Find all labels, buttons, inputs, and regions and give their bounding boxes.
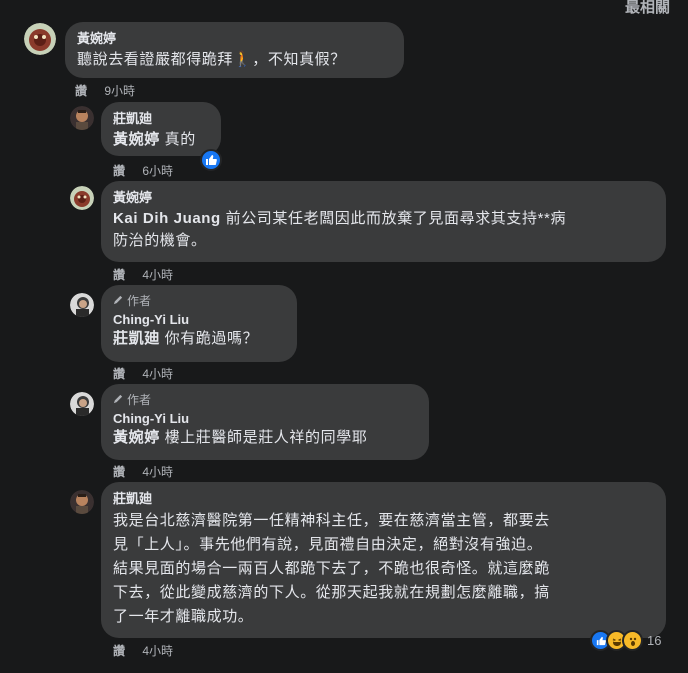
comment-body: 樓上莊醫師是莊人祥的同學耶 <box>164 429 368 446</box>
comment-author[interactable]: Ching-Yi Liu <box>113 311 285 328</box>
comment-text: 莊凱廸 你有跪過嗎？ <box>113 328 285 350</box>
avatar[interactable] <box>70 186 94 210</box>
timestamp[interactable]: 4小時 <box>142 463 173 480</box>
reaction-summary[interactable]: 16 <box>590 630 661 651</box>
comment-author[interactable]: 黃婉婷 <box>77 30 392 47</box>
reaction-count: 16 <box>647 633 662 648</box>
author-badge: 作者 <box>113 293 285 309</box>
comment-line: 我是台北慈濟醫院第一任精神科主任，要在慈濟當主管，都要去 <box>113 512 550 529</box>
comment-text: 聽說去看證嚴都得跪拜🚶，不知真假？ <box>77 51 346 68</box>
author-badge: 作者 <box>113 392 417 408</box>
comment-text: 黃婉婷 真的 <box>113 129 209 151</box>
comment-bubble: 黃婉婷 Kai Dih Juang 前公司某任老闆因此而放棄了見面尋求其支持**… <box>101 181 666 262</box>
comment-line: 下去，從此變成慈濟的下人。從那天起我就在規劃怎麼離職，搞 <box>113 584 550 601</box>
timestamp[interactable]: 6小時 <box>142 162 173 179</box>
mention-link[interactable]: Kai Dih Juang <box>113 210 221 227</box>
comment-meta: 讚 4小時 <box>113 463 173 480</box>
avatar[interactable] <box>70 293 94 317</box>
comment-meta: 讚 6小時 <box>113 162 173 179</box>
timestamp[interactable]: 4小時 <box>142 365 173 382</box>
comment-line: 見「上人」。事先他們有說，見面禮自由決定，絕對沒有強迫。 <box>113 536 543 553</box>
mention-link[interactable]: 黃婉婷 <box>113 131 160 148</box>
avatar[interactable] <box>24 23 56 55</box>
mention-link[interactable]: 莊凱廸 <box>113 330 160 347</box>
wow-icon <box>622 630 643 651</box>
comment-author[interactable]: 莊凱廸 <box>113 110 209 127</box>
comment-text: 黃婉婷 樓上莊醫師是莊人祥的同學耶 <box>113 427 417 449</box>
comment-meta: 讚 4小時 <box>113 266 173 283</box>
comment-line: 結果見面的場合一兩百人都跪下去了，不跪也很奇怪。就這麼跪 <box>113 560 550 577</box>
author-badge-label: 作者 <box>127 393 152 407</box>
sort-dropdown[interactable]: 最相關 <box>625 0 670 17</box>
avatar[interactable] <box>70 106 94 130</box>
comment-body: 防治的機會。 <box>113 232 207 249</box>
like-link[interactable]: 讚 <box>75 82 87 99</box>
comment-meta: 讚 9小時 <box>75 82 135 99</box>
comment-meta: 讚 4小時 <box>113 365 173 382</box>
comment-body: 你有跪過嗎？ <box>164 330 259 347</box>
timestamp[interactable]: 4小時 <box>142 642 173 659</box>
comment-body: 前公司某任老闆因此而放棄了見面尋求其支持**病 <box>225 210 567 227</box>
comment-bubble: 作者 Ching-Yi Liu 莊凱廸 你有跪過嗎？ <box>101 285 297 362</box>
avatar[interactable] <box>70 490 94 514</box>
comment-text: Kai Dih Juang 前公司某任老闆因此而放棄了見面尋求其支持**病 防治… <box>113 208 654 252</box>
comment-bubble: 莊凱廸 黃婉婷 真的 <box>101 102 221 156</box>
like-link[interactable]: 讚 <box>113 642 125 659</box>
comment-bubble: 莊凱廸 我是台北慈濟醫院第一任精神科主任，要在慈濟當主管，都要去 見「上人」。事… <box>101 482 666 638</box>
comment-author[interactable]: Ching-Yi Liu <box>113 410 417 427</box>
comment-author[interactable]: 莊凱廸 <box>113 490 654 507</box>
comment-meta: 讚 4小時 <box>113 642 173 659</box>
like-link[interactable]: 讚 <box>113 266 125 283</box>
comment-bubble: 黃婉婷 聽說去看證嚴都得跪拜🚶，不知真假？ <box>65 22 404 78</box>
comment-text: 我是台北慈濟醫院第一任精神科主任，要在慈濟當主管，都要去 見「上人」。事先他們有… <box>113 509 654 629</box>
author-badge-label: 作者 <box>127 294 152 308</box>
comment-bubble: 作者 Ching-Yi Liu 黃婉婷 樓上莊醫師是莊人祥的同學耶 <box>101 384 429 460</box>
like-icon[interactable] <box>200 149 222 171</box>
comment-body: 真的 <box>164 131 196 148</box>
comment-line: 了一年才離職成功。 <box>113 608 254 625</box>
like-link[interactable]: 讚 <box>113 162 125 179</box>
like-link[interactable]: 讚 <box>113 365 125 382</box>
timestamp[interactable]: 9小時 <box>104 82 135 99</box>
mention-link[interactable]: 黃婉婷 <box>113 429 160 446</box>
avatar[interactable] <box>70 392 94 416</box>
pencil-icon <box>113 392 124 408</box>
timestamp[interactable]: 4小時 <box>142 266 173 283</box>
pencil-icon <box>113 293 124 309</box>
comment-author[interactable]: 黃婉婷 <box>113 189 654 206</box>
like-link[interactable]: 讚 <box>113 463 125 480</box>
